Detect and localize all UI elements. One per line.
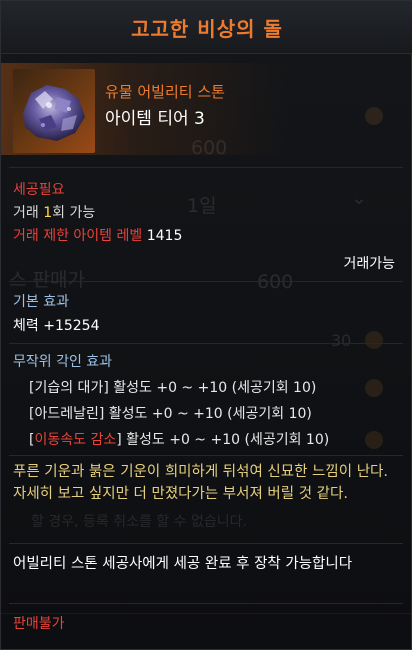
engraving-detail: 활성도 +0 ~ +10 (세공기회 10) <box>121 432 330 448</box>
ability-stone-icon <box>13 69 95 153</box>
divider <box>9 343 403 344</box>
ghost-notice-text: 할 경우, 등록 취소를 할 수 없습니다. <box>31 514 247 530</box>
item-name: 고고한 비상의 돌 <box>131 17 283 41</box>
sell-status: 판매불가 <box>13 616 65 632</box>
engraving-row: [이동속도 감소] 활성도 +0 ~ +10 (세공기회 10) <box>29 429 329 449</box>
flavor-text: 푸른 기운과 붉은 기운이 희미하게 뒤섞여 신묘한 느낌이 난다. 자세히 보… <box>13 464 388 502</box>
engraving-detail: 활성도 +0 ~ +10 (세공기회 10) <box>104 406 312 422</box>
ghost-chevron-icon: ⌄ <box>351 187 367 209</box>
divider <box>9 455 403 456</box>
ghost-price3-text: 30 <box>331 331 352 350</box>
item-tooltip: 600 1일 ⌄ 스 판매가 600 30 고고한 비상의 돌 <box>0 0 412 650</box>
item-rarity-type: 유물 어빌리티 스톤 <box>105 83 225 101</box>
trade-level-value: 1415 <box>146 228 183 244</box>
tooltip-header: 고고한 비상의 돌 <box>1 1 412 54</box>
engraving-name: 기습의 대가 <box>34 380 104 396</box>
engraving-name-negative: 이동속도 감소 <box>34 432 117 448</box>
ghost-gold-icon <box>365 379 383 397</box>
ghost-sale-text: 스 판매가 <box>9 269 85 291</box>
engraving-detail: 활성도 +0 ~ +10 (세공기회 10) <box>108 380 317 396</box>
item-tier: 아이템 티어 3 <box>105 109 205 129</box>
divider <box>9 167 403 168</box>
divider <box>9 281 403 282</box>
divider <box>9 543 403 544</box>
engraving-name: 아드레날린 <box>34 406 99 422</box>
ghost-day-text: 1일 <box>187 195 217 217</box>
instruction-text: 어빌리티 스톤 세공사에게 세공 완료 후 장착 가능합니다 <box>13 556 353 572</box>
ghost-gold-icon <box>365 331 383 349</box>
engraving-row: [기습의 대가] 활성도 +0 ~ +10 (세공기회 10) <box>29 377 316 397</box>
ghost-price2-text: 600 <box>257 271 294 293</box>
trade-count-suffix: 회 가능 <box>52 205 96 221</box>
ghost-gold-icon <box>365 107 383 125</box>
trade-level-row: 거래 제한 아이템 레벨 1415 <box>13 225 182 245</box>
trade-count: 거래 1회 가능 <box>13 202 95 222</box>
trade-count-value: 1 <box>43 205 53 221</box>
engraving-row: [아드레날린] 활성도 +0 ~ +10 (세공기회 10) <box>29 403 312 423</box>
trade-requirement-label: 세공필요 <box>13 182 65 198</box>
trade-count-prefix: 거래 <box>13 205 44 221</box>
divider <box>9 603 403 604</box>
ghost-gold-icon <box>365 431 383 449</box>
basic-effect-title: 기본 효과 <box>13 294 69 310</box>
trade-level-label: 거래 제한 아이템 레벨 <box>13 228 143 244</box>
tradable-status: 거래가능 <box>343 256 395 272</box>
random-engraving-title: 무작위 각인 효과 <box>13 354 113 370</box>
basic-effect-stat: 체력 +15254 <box>13 318 100 334</box>
